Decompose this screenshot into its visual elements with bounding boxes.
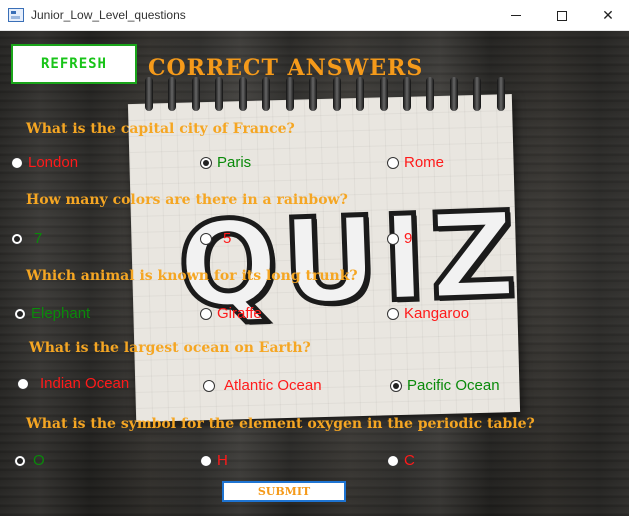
radio-button-checked[interactable] [390,379,402,392]
q2-option-9[interactable]: 9 [387,230,412,247]
option-label: London [28,154,79,171]
ring [238,77,247,111]
q1-option-london[interactable]: London [11,154,78,171]
radio-button-checked[interactable] [11,232,23,245]
question-3-text: Which animal is known for its long trunk… [26,268,358,284]
correct-answers-label: CORRECT ANSWERS [148,55,424,81]
option-label: Paris [217,154,252,171]
option-label: O [33,452,45,469]
question-1-text: What is the capital city of France? [26,121,295,137]
radio-button[interactable] [387,307,399,320]
radio-button[interactable] [200,232,212,245]
ring [473,77,482,111]
title-bar: Junior_Low_Level_questions ✕ [0,0,629,31]
submit-button[interactable]: SUBMIT [222,481,346,502]
radio-button[interactable] [200,307,212,320]
window-title: Junior_Low_Level_questions [31,8,186,22]
maximize-icon [557,10,567,21]
radio-button[interactable] [17,377,29,390]
q3-option-giraffe[interactable]: Giraffe [200,305,262,322]
q1-option-paris[interactable]: Paris [200,154,251,171]
radio-button-checked[interactable] [200,156,212,169]
question-4-text: What is the largest ocean on Earth? [29,340,311,356]
ring [145,77,153,111]
close-button[interactable]: ✕ [585,0,629,31]
radio-button[interactable] [200,454,212,467]
option-label: Rome [404,154,445,171]
option-label: 5 [223,230,232,247]
radio-button[interactable] [387,454,399,467]
option-label: H [217,452,228,469]
q1-option-rome[interactable]: Rome [387,154,444,171]
q4-option-pacific-ocean[interactable]: Pacific Ocean [390,377,500,394]
option-label: 9 [404,230,413,247]
option-label: C [404,452,415,469]
option-label: Elephant [31,305,91,322]
ring [168,77,177,111]
question-5-text: What is the symbol for the element oxyge… [26,416,535,432]
ring [449,77,458,111]
close-icon: ✕ [602,7,614,24]
ring [191,77,200,111]
ring [356,77,365,111]
ring [496,77,505,111]
q3-option-kangaroo[interactable]: Kangaroo [387,305,469,322]
notepad-rings [145,77,505,117]
radio-button[interactable] [387,156,399,169]
minimize-icon [511,15,521,16]
q5-option-c[interactable]: C [387,452,415,469]
question-2-text: How many colors are there in a rainbow? [26,192,348,208]
maximize-button[interactable] [539,0,585,31]
ring [402,77,411,111]
option-label: 7 [34,230,43,247]
q2-option-7[interactable]: 7 [11,230,42,247]
form-client-area: QUIZ REFRESH CORRECT ANSWERS What is the… [0,31,629,516]
option-label: Indian Ocean [40,375,130,392]
refresh-button[interactable]: REFRESH [11,44,137,84]
ring [379,77,388,111]
q2-option-5[interactable]: 5 [200,230,231,247]
q5-option-h[interactable]: H [200,452,228,469]
radio-button[interactable] [11,156,23,169]
minimize-button[interactable] [493,0,539,31]
ring [285,77,294,111]
option-label: Kangaroo [404,305,470,322]
q4-option-atlantic-ocean[interactable]: Atlantic Ocean [203,377,322,394]
option-label: Giraffe [217,305,262,322]
option-label: Atlantic Ocean [224,377,322,394]
radio-button-checked[interactable] [14,454,26,467]
app-form-icon [8,8,24,22]
radio-button-checked[interactable] [14,307,26,320]
ring [332,77,341,111]
option-label: Pacific Ocean [407,377,500,394]
ring [262,77,271,111]
q3-option-elephant[interactable]: Elephant [14,305,90,322]
ring [215,77,224,111]
q4-option-indian-ocean[interactable]: Indian Ocean [17,375,129,392]
radio-button[interactable] [387,232,399,245]
ring [309,77,318,111]
ring [426,77,435,111]
q5-option-o[interactable]: O [14,452,45,469]
radio-button[interactable] [203,379,215,392]
